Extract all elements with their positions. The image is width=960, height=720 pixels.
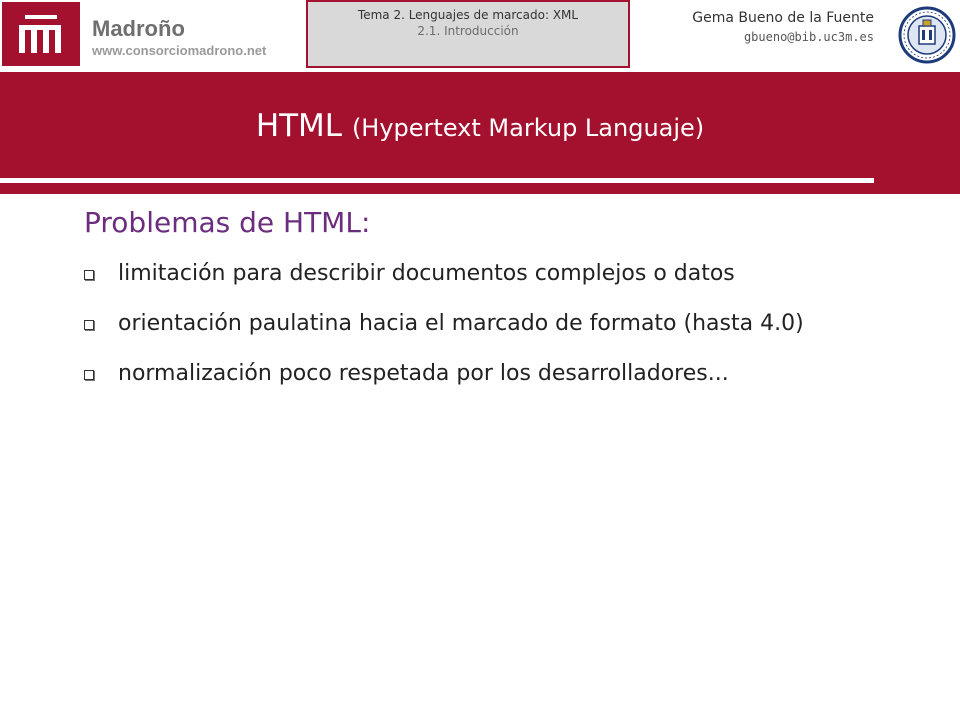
author-email: gbueno@bib.uc3m.es	[743, 30, 874, 44]
madrono-logo: Madroño www.consorciomadrono.net	[2, 2, 292, 66]
bullet-text: normalización poco respetada por los des…	[118, 361, 729, 386]
square-bullet-icon	[84, 270, 94, 280]
bullet-text: orientación paulatina hacia el marcado d…	[118, 311, 804, 336]
bullet-list: limitación para describir documentos com…	[84, 259, 884, 389]
university-seal-icon	[898, 6, 956, 64]
title-band-corner	[874, 178, 960, 194]
list-item: orientación paulatina hacia el marcado d…	[84, 309, 884, 339]
list-item: limitación para describir documentos com…	[84, 259, 884, 289]
topic-subtitle: 2.1. Introducción	[417, 24, 519, 38]
title-band-bottom	[0, 183, 874, 194]
author-info: Gema Bueno de la Fuente gbueno@bib.uc3m.…	[692, 10, 874, 44]
square-bullet-icon	[84, 320, 94, 330]
topic-box: Tema 2. Lenguajes de marcado: XML 2.1. I…	[306, 0, 630, 68]
list-item: normalización poco respetada por los des…	[84, 359, 884, 389]
slide-title-expansion: (Hypertext Markup Languaje)	[351, 114, 705, 142]
logo-url: www.consorciomadrono.net	[92, 43, 267, 58]
topic-title: Tema 2. Lenguajes de marcado: XML	[357, 8, 579, 22]
bullet-text: limitación para describir documentos com…	[118, 261, 735, 286]
logo-name: Madroño	[92, 16, 185, 41]
slide-header: Madroño www.consorciomadrono.net Tema 2.…	[0, 0, 960, 72]
square-bullet-icon	[84, 370, 94, 380]
author-name: Gema Bueno de la Fuente	[692, 10, 874, 26]
slide-title: HTML (Hypertext Markup Languaje)	[0, 108, 960, 144]
slide-title-main: HTML	[255, 108, 343, 144]
madrono-logo-icon	[2, 2, 80, 66]
slide-content: Problemas de HTML: limitación para descr…	[84, 206, 884, 409]
content-heading: Problemas de HTML:	[84, 206, 371, 239]
